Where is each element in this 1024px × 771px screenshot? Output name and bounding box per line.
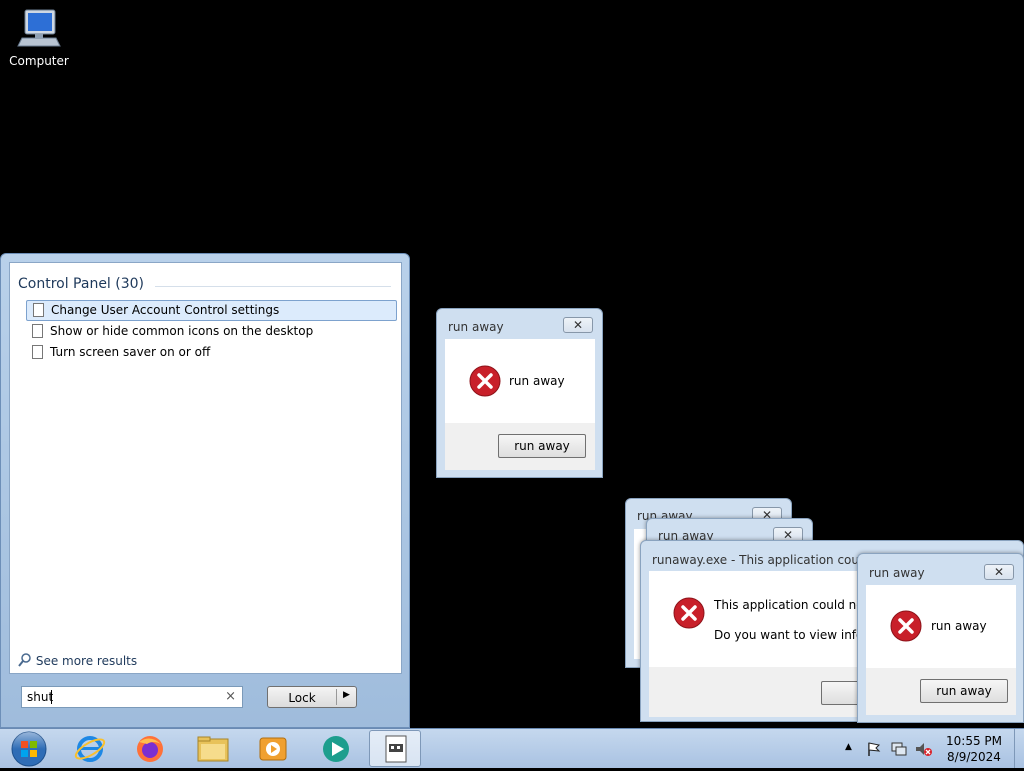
taskbar-media-player[interactable] <box>246 730 300 767</box>
power-options-arrow-icon[interactable]: ▶ <box>343 690 350 700</box>
firefox-icon <box>137 736 163 762</box>
clock-time: 10:55 PM <box>946 734 1002 748</box>
result-item-desktop-icons[interactable]: Show or hide common icons on the desktop <box>26 321 397 342</box>
dialog-message: run away <box>509 374 565 388</box>
internet-explorer-icon <box>74 736 106 762</box>
text-caret <box>51 690 52 704</box>
results-section-header: Control Panel (30) <box>18 276 145 292</box>
dialog-run-away-front: run away ✕ run away run away <box>857 553 1024 723</box>
close-button[interactable]: ✕ <box>563 317 593 333</box>
show-desktop-button[interactable] <box>1014 729 1024 768</box>
error-icon <box>890 610 922 642</box>
volume-muted-icon[interactable] <box>914 741 932 757</box>
results-list: Change User Account Control settings Sho… <box>26 300 397 363</box>
dialog-title: run away <box>869 566 925 580</box>
start-menu: Control Panel (30) Change User Account C… <box>0 253 410 728</box>
show-hidden-icons-chevron-icon[interactable]: ▲ <box>845 742 852 752</box>
search-icon <box>18 653 32 670</box>
error-icon <box>673 597 705 629</box>
folder-icon <box>197 736 229 762</box>
network-icon[interactable] <box>890 741 908 757</box>
result-item-label: Change User Account Control settings <box>51 303 280 317</box>
desktop-icon-computer[interactable]: Computer <box>8 8 70 68</box>
taskbar-firefox[interactable] <box>123 730 177 767</box>
button-divider <box>336 689 337 705</box>
see-more-label: See more results <box>35 654 138 668</box>
result-item-label: Show or hide common icons on the desktop <box>50 324 314 338</box>
clear-search-icon[interactable]: × <box>225 689 236 704</box>
taskbar-file-explorer[interactable] <box>186 730 240 767</box>
dialog-body: run away <box>866 585 1016 668</box>
error-message-line-2: Do you want to view inform <box>714 628 880 642</box>
search-input-value: shut <box>27 690 54 704</box>
run-away-button[interactable]: run away <box>920 679 1008 703</box>
desktop-icon-label: Computer <box>9 54 69 68</box>
taskbar-runaway[interactable] <box>369 730 421 767</box>
result-item-uac-settings[interactable]: Change User Account Control settings <box>26 300 397 321</box>
run-away-button[interactable]: run away <box>498 434 586 458</box>
windows-orb-icon <box>11 731 47 767</box>
media-player-icon <box>259 737 287 761</box>
document-icon <box>32 324 43 338</box>
app-icon <box>323 736 349 762</box>
start-menu-results-pane: Control Panel (30) Change User Account C… <box>9 262 402 674</box>
taskbar-internet-explorer[interactable] <box>63 730 117 767</box>
taskbar-app[interactable] <box>309 730 363 767</box>
start-search-input[interactable]: shut × <box>21 686 243 708</box>
section-divider <box>155 286 391 287</box>
dialog-message: run away <box>931 619 987 633</box>
lock-button-label: Lock <box>288 691 316 705</box>
dialog-run-away-main: run away ✕ run away run away <box>436 308 603 478</box>
taskbar-clock[interactable]: 10:55 PM 8/9/2024 <box>945 733 1003 765</box>
document-icon <box>33 303 44 317</box>
lock-button[interactable]: Lock ▶ <box>267 686 357 708</box>
computer-icon <box>16 8 62 50</box>
start-button[interactable] <box>2 730 56 767</box>
dialog-title: runaway.exe - This application could no <box>652 553 889 567</box>
document-icon <box>32 345 43 359</box>
runaway-icon <box>385 735 407 763</box>
taskbar: ▲ 10:55 PM 8/9/2024 <box>0 728 1024 768</box>
dialog-footer: run away <box>866 668 1016 715</box>
error-icon <box>469 365 501 397</box>
result-item-screen-saver[interactable]: Turn screen saver on or off <box>26 342 397 363</box>
dialog-title: run away <box>448 320 504 334</box>
error-message-line-1: This application could not b <box>714 598 880 612</box>
result-item-label: Turn screen saver on or off <box>50 345 211 359</box>
dialog-footer: run away <box>445 423 595 470</box>
dialog-body: run away <box>445 339 595 423</box>
see-more-results-link[interactable]: See more results <box>18 653 137 670</box>
clock-date: 8/9/2024 <box>947 750 1001 764</box>
close-button[interactable]: ✕ <box>984 564 1014 580</box>
action-center-flag-icon[interactable] <box>866 741 882 757</box>
